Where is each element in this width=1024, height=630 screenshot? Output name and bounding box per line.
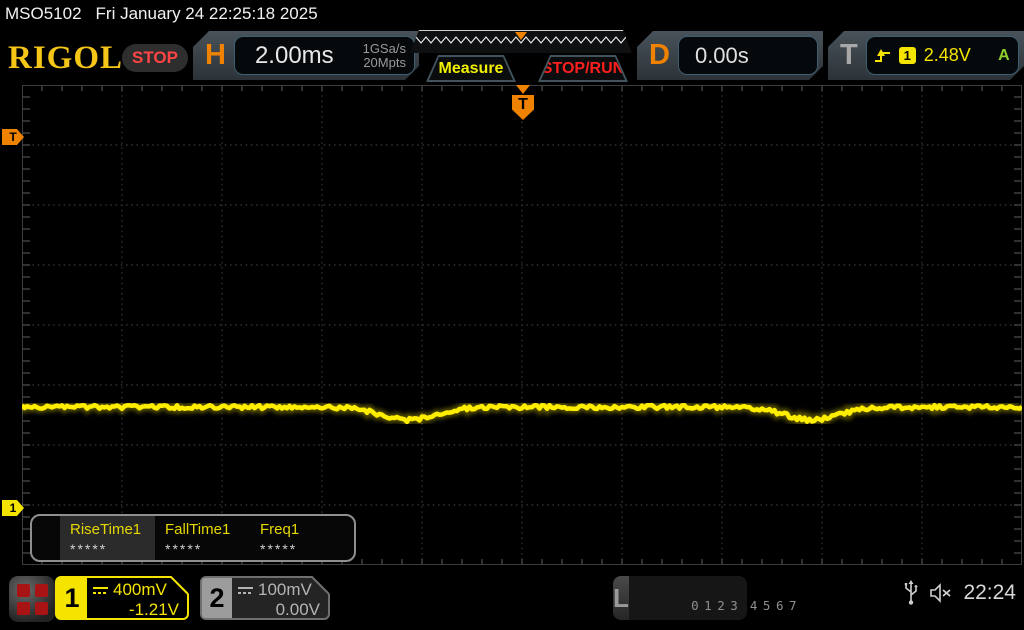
channel1-tab[interactable]: 1 400mV -1.21V: [55, 575, 189, 620]
logic-analyzer-tab[interactable]: L 0 1 2 3 4 5 6 7 8 9 10 11 12 13 14 15: [613, 576, 797, 620]
channel2-scale: 100mV: [258, 580, 312, 599]
waveform-overview-strip[interactable]: [410, 30, 632, 53]
delay-label: D: [649, 39, 670, 71]
stop-run-button[interactable]: STOP/RUN: [538, 55, 628, 82]
channel1-badge: 1: [57, 578, 87, 618]
measurement-risetime[interactable]: RiseTime1 *****: [60, 516, 155, 560]
model-name: MSO5102: [5, 4, 82, 23]
trigger-level-marker[interactable]: T: [2, 129, 24, 145]
timebase-value: 2.00ms: [254, 41, 334, 69]
dc-coupling-icon: [238, 586, 253, 594]
trigger-sweep-mode: A: [998, 46, 1010, 64]
channel2-values: 100mV 0.00V: [238, 580, 320, 620]
grid-and-waveform: [22, 85, 1022, 565]
trigger-source-badge: 1: [899, 47, 916, 64]
rising-edge-trigger-icon: [875, 49, 891, 63]
horizontal-settings-button[interactable]: H 2.00ms 1GSa/s 20Mpts: [193, 31, 419, 80]
overview-trigger-marker-icon[interactable]: [515, 32, 527, 40]
channel2-offset: 0.00V: [275, 600, 320, 619]
measurement-falltime[interactable]: FallTime1 *****: [155, 516, 250, 560]
trigger-label: T: [840, 39, 858, 71]
timebase-box[interactable]: 2.00ms 1GSa/s 20Mpts: [234, 36, 415, 75]
datetime-text: Fri January 24 22:25:18 2025: [95, 4, 318, 23]
channel1-scale: 400mV: [113, 580, 167, 599]
delay-settings-button[interactable]: D 0.00s: [637, 31, 823, 80]
trigger-box[interactable]: 1 2.48V A: [866, 36, 1019, 75]
memory-depth: 20Mpts: [363, 54, 406, 70]
horizontal-label: H: [205, 39, 226, 71]
trigger-level-value: 2.48V: [923, 45, 971, 65]
clock-text: 22:24: [963, 581, 1016, 604]
run-state-badge: STOP: [122, 44, 188, 72]
channel1-offset: -1.21V: [128, 600, 179, 619]
dc-coupling-icon: [93, 586, 108, 594]
quick-menu-button[interactable]: [9, 576, 55, 622]
trigger-position-triangle-icon: [516, 85, 530, 94]
system-tray: 22:24: [903, 580, 1016, 606]
trigger-position-marker[interactable]: T: [512, 85, 534, 120]
channel1-position-marker[interactable]: 1: [2, 500, 24, 516]
measure-button[interactable]: Measure: [426, 55, 516, 82]
sample-rate: 1GSa/s: [362, 40, 406, 56]
rigol-logo: RIGOL: [8, 40, 124, 76]
usb-icon: [905, 580, 918, 605]
oscilloscope-screen: MSO5102 Fri January 24 22:25:18 2025 RIG…: [0, 0, 1024, 630]
acquisition-info: 1GSa/s 20Mpts: [363, 42, 406, 70]
graticule-display: T T 1 RiseTime1 ***** FallTime1 ***** Fr…: [2, 85, 1022, 565]
logic-channel-numbers: 0 1 2 3 4 5 6 7 8 9 10 11 12 13 14 15: [691, 598, 796, 613]
measurement-panel[interactable]: RiseTime1 ***** FallTime1 ***** Freq1 **…: [30, 514, 356, 562]
titlebar: MSO5102 Fri January 24 22:25:18 2025: [0, 0, 1024, 28]
channel1-values: 400mV -1.21V: [93, 580, 179, 620]
channel2-tab[interactable]: 2 100mV 0.00V: [200, 575, 330, 620]
delay-value: 0.00s: [694, 42, 749, 68]
channel2-badge: 2: [202, 578, 232, 618]
trigger-settings-button[interactable]: T 1 2.48V A: [828, 31, 1024, 80]
measurement-freq[interactable]: Freq1 *****: [250, 516, 345, 560]
speaker-muted-icon: [930, 583, 952, 603]
status-bar: 1 400mV -1.21V 2 100mV 0.00V L 0 1 2 3 4…: [0, 570, 1024, 630]
header-bar: RIGOL STOP H 2.00ms 1GSa/s 20Mpts Measur…: [0, 28, 1024, 84]
logic-analyzer-badge: L: [613, 576, 629, 620]
delay-box[interactable]: 0.00s: [678, 36, 818, 75]
